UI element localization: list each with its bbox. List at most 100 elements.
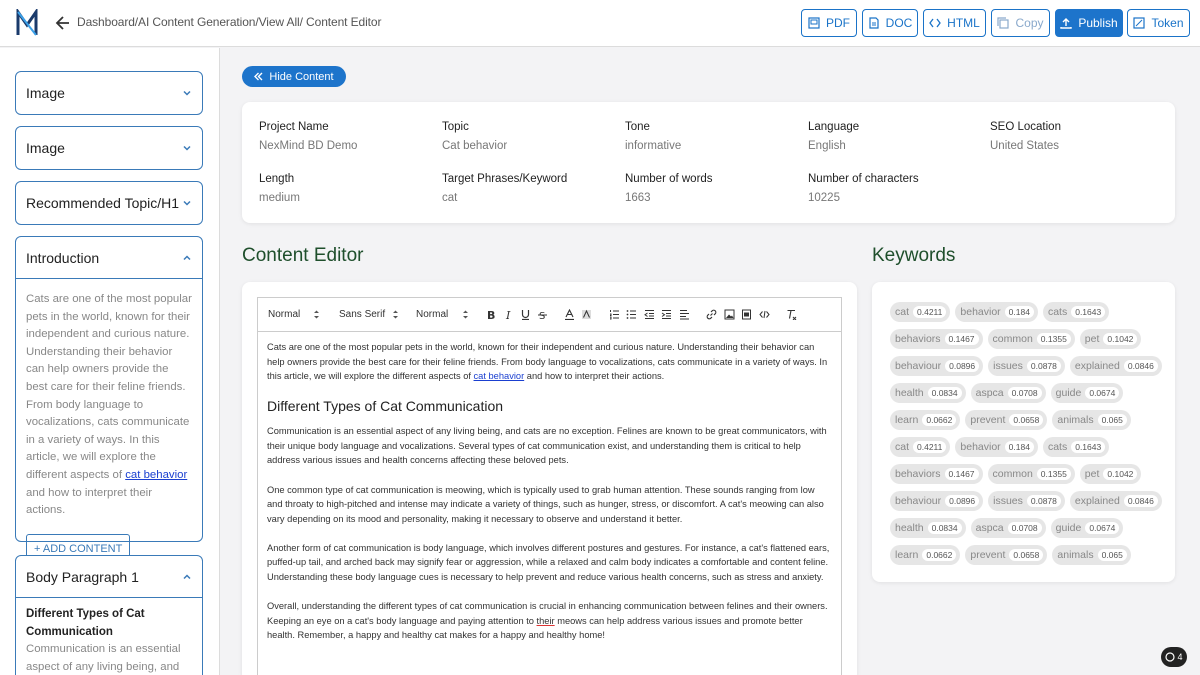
accordion-header[interactable]: Recommended Topic/H1 [16,182,202,224]
keyword-chip[interactable]: behaviour 0.0896 [890,491,984,511]
editor-paragraph: Another form of cat communication is bod… [267,542,830,583]
pdf-button[interactable]: PDF [801,9,857,37]
editor-paragraph: Communication is an essential aspect of … [267,426,827,466]
sidebar-section-image-1[interactable]: Image [15,71,203,115]
intro-link[interactable]: cat behavior [125,469,187,481]
keyword-word: common [992,333,1033,345]
bullet-list-icon[interactable] [626,309,637,320]
indent-icon[interactable] [661,309,672,320]
doc-button[interactable]: DOC [862,9,918,37]
sidebar-section-introduction[interactable]: Introduction Cats are one of the most po… [15,236,203,566]
keyword-chip[interactable]: animals 0.065 [1052,545,1131,565]
copy-label: Copy [1015,16,1044,30]
keyword-chip[interactable]: behaviors 0.1467 [890,329,983,349]
pdf-icon [808,17,820,29]
keyword-chip[interactable]: behavior 0.184 [955,302,1038,322]
keyword-chip[interactable]: pet 0.1042 [1079,464,1142,484]
keyword-chip[interactable]: aspca 0.0708 [970,518,1046,538]
keyword-chip[interactable]: issues 0.0878 [988,356,1065,376]
keyword-chip[interactable]: cats 0.1643 [1042,302,1110,322]
font-select[interactable]: Sans Serif [339,309,385,320]
outdent-icon[interactable] [644,309,655,320]
keyword-chip[interactable]: guide 0.0674 [1050,518,1124,538]
keyword-chip[interactable]: issues 0.0878 [988,491,1065,511]
keyword-chip[interactable]: explained 0.0846 [1069,356,1162,376]
strikethrough-icon[interactable]: S [537,309,548,320]
chevron-up-icon [183,254,191,260]
keyword-chip[interactable]: health 0.0834 [890,518,966,538]
bold-icon[interactable]: B [485,309,496,320]
floating-help-button[interactable]: 4 [1161,647,1187,667]
italic-icon[interactable]: I [503,309,514,320]
keyword-chip[interactable]: cats 0.1643 [1042,437,1110,457]
sidebar-section-topic[interactable]: Recommended Topic/H1 [15,181,203,225]
size-select[interactable]: Normal [416,309,448,320]
keyword-chip[interactable]: behavior 0.184 [955,437,1038,457]
html-button[interactable]: HTML [923,9,986,37]
keyword-chip[interactable]: explained 0.0846 [1069,491,1162,511]
keyword-chip[interactable]: health 0.0834 [890,383,966,403]
keyword-word: cat [895,441,910,453]
back-arrow-icon[interactable] [55,14,71,32]
underline-icon[interactable] [520,309,531,320]
breadcrumb: Dashboard/AI Content Generation/View All… [77,15,382,29]
keyword-word: cats [1047,441,1068,453]
keyword-word: behaviour [895,495,942,507]
intro-text: Cats are one of the most popular pets in… [26,293,192,481]
keyword-chip[interactable]: prevent 0.0658 [965,545,1048,565]
text-color-icon[interactable] [564,309,575,320]
keyword-chip[interactable]: guide 0.0674 [1050,383,1124,403]
align-left-icon[interactable] [679,309,690,320]
ordered-list-icon[interactable] [609,309,620,320]
keyword-score: 0.0834 [927,522,962,534]
section-label: Introduction [26,249,100,266]
accordion-header[interactable]: Image [16,72,202,114]
keyword-chip[interactable]: cat 0.4211 [890,437,951,457]
accordion-header[interactable]: Introduction [16,237,202,279]
keyword-chip[interactable]: common 0.1355 [987,464,1075,484]
body-paragraph-title: Different Types of Cat Communication [26,608,145,638]
nexmind-logo-icon[interactable] [15,9,39,37]
publish-button[interactable]: Publish [1055,9,1123,37]
keyword-chip[interactable]: behaviour 0.0896 [890,356,984,376]
keyword-word: health [895,522,924,534]
accordion-header[interactable]: Body Paragraph 1 [16,556,202,598]
link-icon[interactable] [706,309,717,320]
keyword-chip[interactable]: common 0.1355 [987,329,1075,349]
copy-button[interactable]: Copy [991,9,1050,37]
seo-location-label: SEO Location [990,121,1061,133]
token-icon [1133,17,1146,29]
heading-select[interactable]: Normal [268,309,300,320]
body-paragraph-text[interactable]: Different Types of Cat Communication Com… [16,598,202,675]
keyword-score: 0.0674 [1085,387,1120,399]
video-icon[interactable] [741,309,752,320]
keyword-row: cat 0.4211 behavior 0.184 cats 0.1643 [890,437,1165,457]
section-label: Image [26,140,65,156]
introduction-text[interactable]: Cats are one of the most popular pets in… [16,279,202,577]
keyword-chip[interactable]: behaviors 0.1467 [890,464,983,484]
clear-formatting-icon[interactable] [786,309,797,320]
background-color-icon[interactable] [581,309,592,320]
editor-link[interactable]: cat behavior [474,371,525,381]
keyword-chip[interactable]: aspca 0.0708 [970,383,1046,403]
code-block-icon[interactable] [759,309,770,320]
project-name-field: Project Name NexMind BD Demo [259,121,357,152]
topic-label: Topic [442,121,469,133]
hide-content-button[interactable]: Hide Content [242,66,346,87]
keyword-chip[interactable]: learn 0.0662 [890,410,961,430]
keyword-word: common [992,468,1033,480]
keyword-chip[interactable]: prevent 0.0658 [965,410,1048,430]
keyword-row: behaviour 0.0896 issues 0.0878 explained 0.08… [890,491,1165,511]
sidebar-section-body-paragraph-1[interactable]: Body Paragraph 1 Different Types of Cat … [15,555,203,675]
keyword-chip[interactable]: learn 0.0662 [890,545,961,565]
keyword-chip[interactable]: animals 0.065 [1052,410,1131,430]
editor-content-area[interactable]: Cats are one of the most popular pets in… [257,332,842,675]
keyword-chip[interactable]: pet 0.1042 [1079,329,1142,349]
sidebar-section-image-2[interactable]: Image [15,126,203,170]
keyword-chip[interactable]: cat 0.4211 [890,302,951,322]
accordion-header[interactable]: Image [16,127,202,169]
keyword-score: 0.0708 [1007,387,1042,399]
keyword-word: animals [1057,414,1094,426]
image-icon[interactable] [724,309,735,320]
token-button[interactable]: Token [1127,9,1190,37]
